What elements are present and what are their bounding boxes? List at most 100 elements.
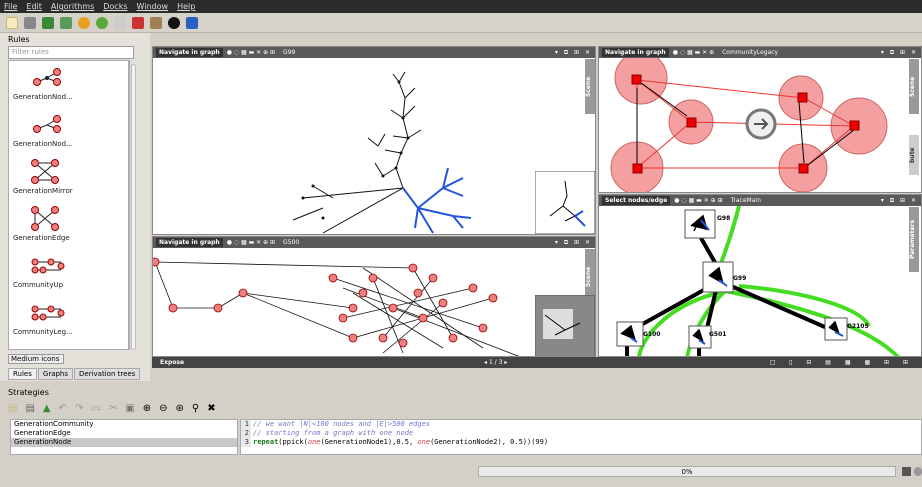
- window-controls[interactable]: ▾ ⧉ ⊞ ✕: [881, 49, 918, 57]
- rule-thumbnail-icon: [33, 115, 61, 133]
- copy-icon[interactable]: ▭: [91, 403, 100, 414]
- rule-item[interactable]: GenerationEdge: [9, 202, 128, 249]
- tab-rules[interactable]: Rules: [8, 368, 37, 380]
- view-toolbar: Navigate in graph ● ◌ ▦ ▬ ✕ ⊕ CommunityL…: [599, 47, 921, 58]
- minimap: [535, 295, 595, 356]
- trace-node-label: G99: [733, 275, 746, 282]
- save-as-icon[interactable]: [60, 16, 72, 29]
- list-item[interactable]: GenerationNode: [11, 438, 237, 447]
- filter-rules-input[interactable]: Filter rules: [8, 46, 134, 59]
- new-strategy-icon[interactable]: ▤: [8, 403, 17, 414]
- mode-select[interactable]: Navigate in graph: [602, 48, 669, 57]
- rules-scrollbar[interactable]: [129, 60, 136, 350]
- stop-icon[interactable]: ✖: [207, 403, 215, 414]
- window-controls[interactable]: ▾ ⧉ ⊞ ✕: [555, 239, 592, 247]
- rule-item[interactable]: GenerationNod...: [9, 61, 128, 108]
- trace-node-label: G98: [717, 215, 730, 222]
- main-toolbar: [0, 13, 922, 33]
- graph-name: G99: [283, 49, 296, 56]
- zoom-out-icon[interactable]: ⊖: [159, 403, 167, 414]
- parameters-tab[interactable]: Parameters: [909, 207, 919, 272]
- minimap: [535, 171, 595, 234]
- tab-graphs[interactable]: Graphs: [37, 368, 74, 380]
- left-tabs: Rules Graphs Derivation trees: [8, 368, 141, 380]
- menu-window[interactable]: Window: [137, 2, 169, 11]
- graph-name: CommunityLegacy: [722, 49, 779, 56]
- progress-bar: 0%: [478, 466, 896, 477]
- menu-docks[interactable]: Docks: [103, 2, 127, 11]
- list-item[interactable]: GenerationCommunity: [11, 420, 237, 429]
- open-strategy-icon[interactable]: ▤: [25, 403, 34, 414]
- cut-icon[interactable]: [132, 16, 144, 29]
- window-controls[interactable]: ▾ ⧉ ⊞ ✕: [555, 49, 592, 57]
- rule-item[interactable]: GenerationMirror: [9, 155, 128, 202]
- expose-bar: Expose ◂ 1 / 3 ▸ □ ▯ ⊟ ▤ ▦ ▦ ⊞ ⊞: [152, 357, 922, 368]
- menu-edit[interactable]: Edit: [26, 2, 42, 11]
- rule-label: GenerationNod...: [13, 93, 73, 101]
- undo-icon[interactable]: ↶: [59, 403, 67, 414]
- tab-derivation-trees[interactable]: Derivation trees: [74, 368, 141, 380]
- zoom-reset-icon[interactable]: ⊛: [175, 403, 183, 414]
- trace-canvas: G98 G99 G100 G501 G2105: [616, 206, 900, 356]
- view-tools-icon[interactable]: ● ◌ ▦ ▬ ✕ ⊕ ⊞: [227, 239, 275, 246]
- mode-select[interactable]: Select nodes/edge: [602, 196, 671, 205]
- list-item[interactable]: GenerationEdge: [11, 429, 237, 438]
- cut-icon[interactable]: ✂: [109, 403, 117, 414]
- rule-label: GenerationEdge: [13, 234, 70, 242]
- code-text: (ppick(: [278, 438, 308, 446]
- record-icon[interactable]: [168, 16, 180, 29]
- layout-buttons-icon[interactable]: □ ▯ ⊟ ▤ ▦ ▦ ⊞ ⊞: [770, 359, 914, 366]
- save-icon[interactable]: [42, 16, 54, 29]
- redo-icon[interactable]: [96, 16, 108, 29]
- line-number: 3: [241, 438, 251, 447]
- rule-item[interactable]: CommunityLeg...: [9, 296, 128, 343]
- attribute-tab[interactable]: bute: [909, 135, 919, 175]
- rule-list: GenerationNod... GenerationNod... Genera…: [8, 60, 129, 350]
- mode-select[interactable]: Navigate in graph: [156, 238, 223, 247]
- view-tools-icon[interactable]: ● ◌ ▦ ▬ ✕ ⊕ ⊞: [227, 49, 275, 56]
- menu-algorithms[interactable]: Algorithms: [51, 2, 94, 11]
- zoom-in-icon[interactable]: ⊕: [143, 403, 151, 414]
- rule-item[interactable]: [9, 343, 128, 349]
- view-tools-icon[interactable]: ● ◌ ▦ ▬ ✕ ⊕ ⊞: [674, 197, 722, 204]
- trace-view[interactable]: Select nodes/edge ● ◌ ▦ ▬ ✕ ⊕ ⊞ TraceMai…: [598, 194, 922, 357]
- redo-icon[interactable]: ↷: [75, 403, 83, 414]
- paste-icon[interactable]: ▣: [125, 403, 134, 414]
- cancel-icon[interactable]: [914, 467, 922, 476]
- menu-help[interactable]: Help: [177, 2, 195, 11]
- rule-item[interactable]: GenerationNod...: [9, 108, 128, 155]
- graph-view-g99[interactable]: Navigate in graph ● ◌ ▦ ▬ ✕ ⊕ ⊞ G99 ▾ ⧉ …: [152, 46, 596, 235]
- paste-icon[interactable]: [150, 16, 162, 29]
- save-strategy-icon[interactable]: ▲: [43, 403, 51, 414]
- new-file-icon[interactable]: [6, 16, 18, 29]
- graph-canvas: [153, 257, 519, 356]
- rule-item[interactable]: CommunityUp: [9, 249, 128, 296]
- scene-tab[interactable]: Scene: [585, 59, 595, 114]
- code-keyword: repeat: [253, 438, 279, 446]
- code-keyword: one: [307, 438, 321, 446]
- undo-icon[interactable]: [78, 16, 90, 29]
- graph-view-g500[interactable]: Navigate in graph ● ◌ ▦ ▬ ✕ ⊕ ⊞ G500 ▾ ⧉…: [152, 236, 596, 357]
- stop-button[interactable]: [902, 467, 911, 476]
- menu-file[interactable]: File: [4, 2, 17, 11]
- book-icon[interactable]: [186, 16, 198, 29]
- graph-name: TraceMain: [730, 197, 761, 204]
- strategy-editor[interactable]: 1// we want |N|<100 nodes and |E|>500 ed…: [240, 419, 922, 455]
- rule-thumbnail-icon: [31, 159, 59, 184]
- trace-node-label: G2105: [847, 323, 869, 330]
- copy-icon[interactable]: [114, 16, 126, 29]
- page-navigator[interactable]: ◂ 1 / 3 ▸: [484, 359, 507, 366]
- rule-label: GenerationNod...: [13, 140, 73, 148]
- mode-select[interactable]: Navigate in graph: [156, 48, 223, 57]
- trace-node-label: G100: [643, 331, 660, 338]
- open-file-icon[interactable]: [24, 16, 36, 29]
- icon-size-select[interactable]: Medium icons: [8, 354, 64, 364]
- scene-tab[interactable]: Scene: [909, 59, 919, 114]
- graph-name: G500: [283, 239, 300, 246]
- code-keyword: one: [417, 438, 431, 446]
- view-tools-icon[interactable]: ● ◌ ▦ ▬ ✕ ⊕: [673, 49, 714, 56]
- window-controls[interactable]: ▾ ⧉ ⊞ ✕: [881, 197, 918, 205]
- run-icon[interactable]: ⚲: [192, 403, 199, 414]
- expose-label[interactable]: Expose: [160, 359, 184, 366]
- graph-view-community-legacy[interactable]: Navigate in graph ● ◌ ▦ ▬ ✕ ⊕ CommunityL…: [598, 46, 922, 193]
